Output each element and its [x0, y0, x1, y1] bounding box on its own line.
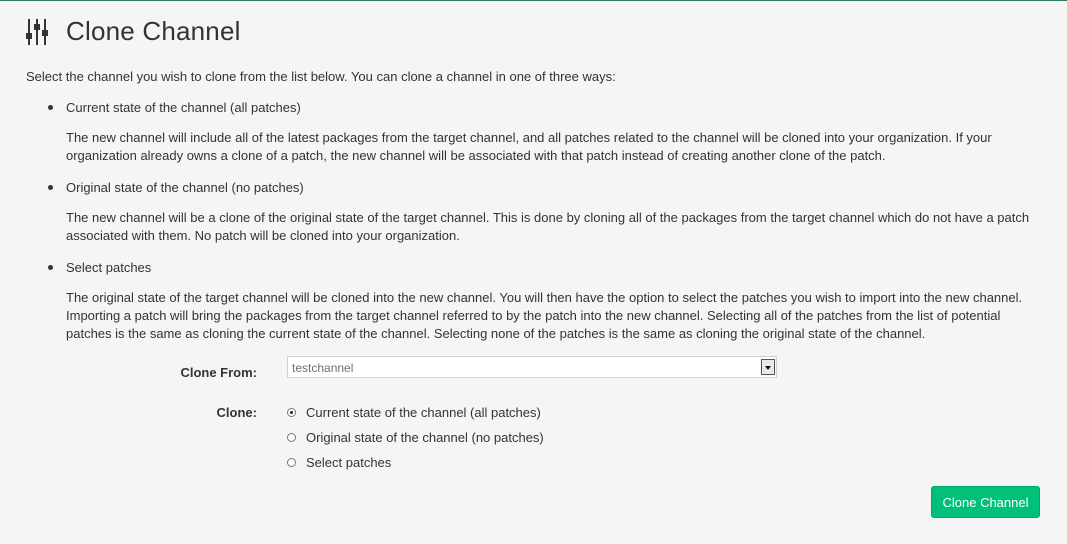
description-line: The new channel will be a clone of the o…: [66, 210, 1030, 225]
bullet-icon: [48, 105, 53, 110]
option-description: The new channel will include all of the …: [66, 129, 1036, 165]
description-line: The original state of the target channel…: [66, 290, 1023, 305]
clone-from-value: testchannel: [292, 361, 354, 375]
description-line: Importing a patch will bring the package…: [66, 308, 1001, 323]
bullet-icon: [48, 265, 53, 270]
description-line: The new channel will include all of the …: [66, 130, 992, 145]
clone-from-select[interactable]: testchannel: [287, 356, 777, 378]
page-header: Clone Channel: [26, 16, 241, 47]
description-line: associated with them. No patch will be c…: [66, 228, 460, 243]
option-title: Current state of the channel (all patche…: [66, 100, 301, 115]
radio-option-current-state[interactable]: Current state of the channel (all patche…: [287, 405, 541, 420]
radio-label[interactable]: Current state of the channel (all patche…: [306, 405, 541, 420]
radio-option-select-patches[interactable]: Select patches: [287, 455, 391, 470]
clone-label: Clone:: [216, 405, 257, 420]
option-title: Select patches: [66, 260, 152, 275]
page-title: Clone Channel: [66, 16, 241, 46]
sliders-icon: [26, 18, 48, 45]
option-description: The original state of the target channel…: [66, 289, 1036, 343]
clone-channel-button[interactable]: Clone Channel: [931, 486, 1040, 518]
option-description: The new channel will be a clone of the o…: [66, 209, 1036, 245]
radio-button-checked[interactable]: [287, 408, 296, 417]
radio-button[interactable]: [287, 458, 296, 467]
radio-button[interactable]: [287, 433, 296, 442]
option-title: Original state of the channel (no patche…: [66, 180, 304, 195]
chevron-down-icon[interactable]: [761, 359, 775, 375]
radio-label[interactable]: Select patches: [306, 455, 391, 470]
radio-option-original-state[interactable]: Original state of the channel (no patche…: [287, 430, 544, 445]
intro-text: Select the channel you wish to clone fro…: [26, 69, 616, 84]
bullet-icon: [48, 185, 53, 190]
clone-from-label: Clone From:: [180, 365, 257, 380]
top-border: [0, 0, 1067, 1]
description-line: patches is the same as cloning the curre…: [66, 326, 926, 341]
radio-label[interactable]: Original state of the channel (no patche…: [306, 430, 544, 445]
description-line: organization already owns a clone of a p…: [66, 148, 886, 163]
